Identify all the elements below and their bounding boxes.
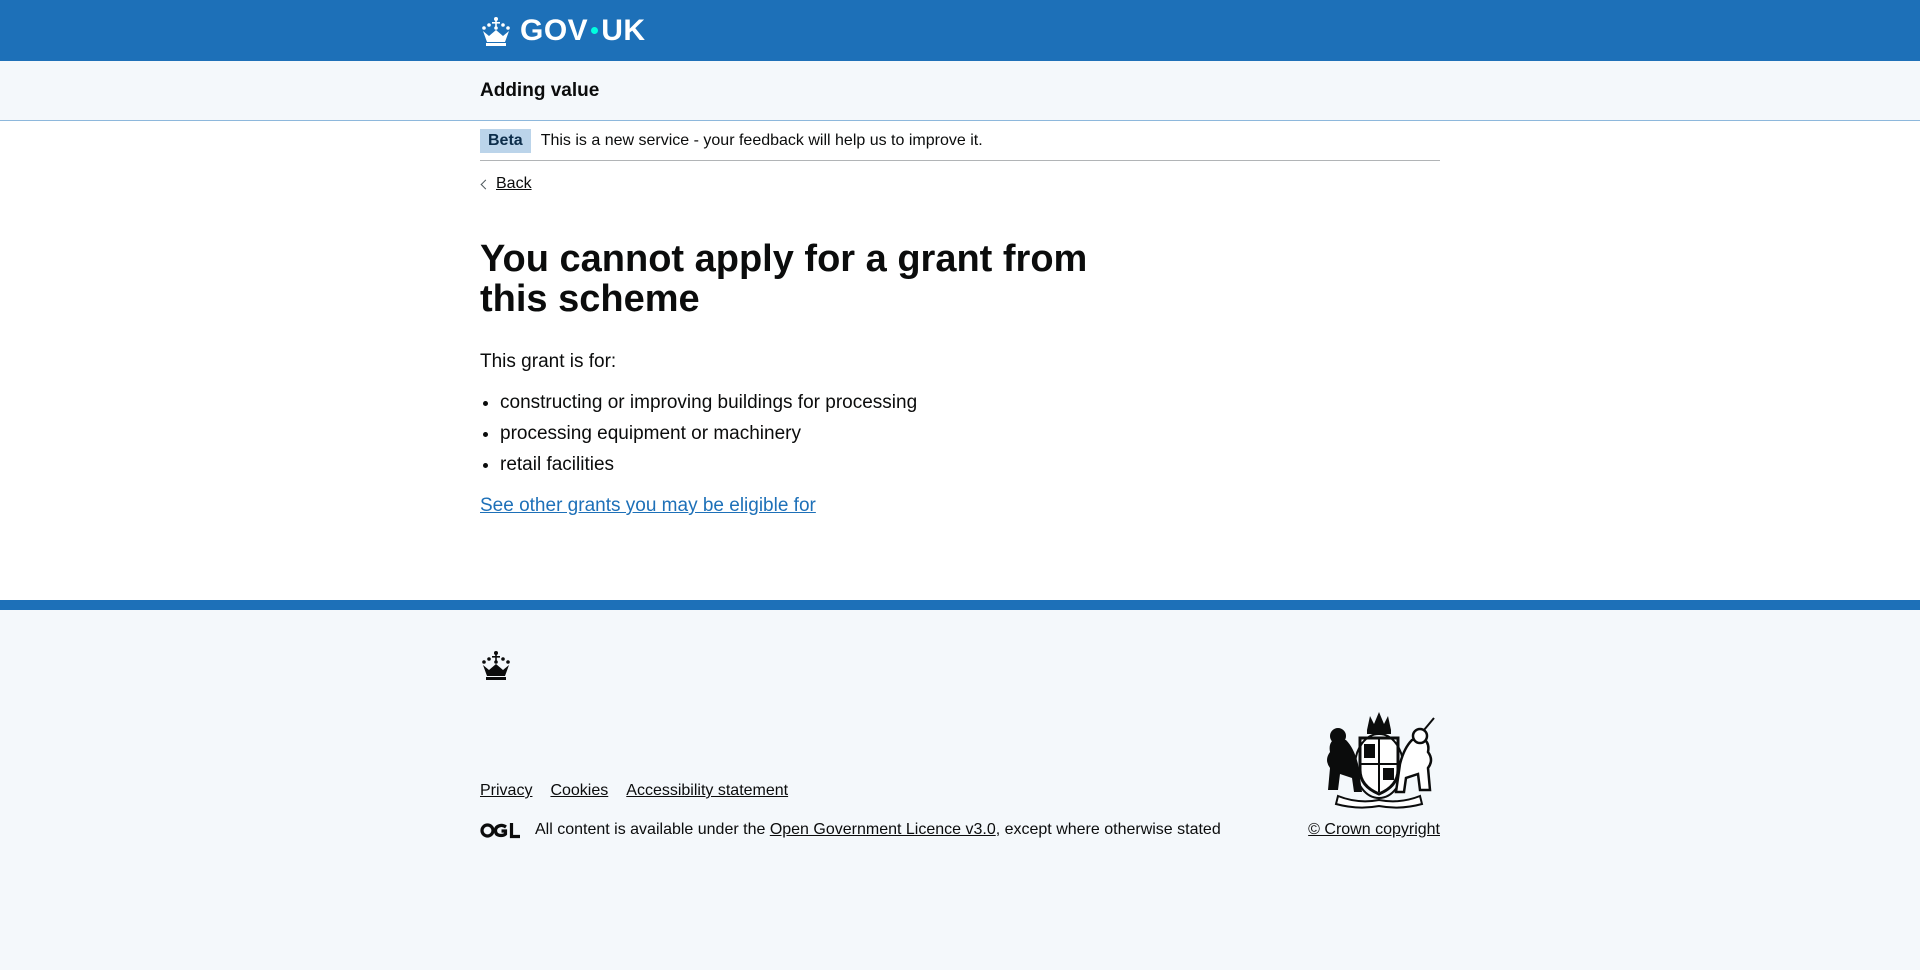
chevron-left-icon (480, 179, 491, 189)
main-container: Beta This is a new service - your feedba… (480, 121, 1440, 517)
beta-tag: Beta (480, 129, 531, 153)
logo-text-gov: GOV (520, 13, 589, 47)
footer: Privacy Cookies Accessibility statement … (0, 600, 1920, 970)
page: GOV UK Adding value Beta This is a new s… (0, 0, 1920, 970)
govuk-logo-text: GOV UK (520, 14, 646, 48)
crown-icon (482, 16, 510, 46)
other-grants-link[interactable]: See other grants you may be eligible for (480, 495, 816, 516)
govuk-header: GOV UK (0, 0, 1920, 61)
royal-coat-of-arms-icon (1327, 712, 1435, 809)
grant-purpose-list: constructing or improving buildings for … (480, 391, 1440, 477)
licence-prefix: All content is available under the (535, 821, 770, 838)
govuk-logo-link[interactable]: GOV UK (480, 14, 646, 48)
back-link-label: Back (496, 175, 532, 192)
header-container: GOV UK (480, 0, 1440, 61)
footer-links: Privacy Cookies Accessibility statement (480, 782, 788, 800)
page-title: You cannot apply for a grant from this s… (480, 238, 1088, 320)
footer-container: Privacy Cookies Accessibility statement … (480, 610, 1440, 970)
list-item: processing equipment or machinery (500, 422, 1440, 446)
service-navigation: Adding value (0, 61, 1920, 121)
logo-text-uk: UK (601, 13, 646, 47)
ogl-logo-icon (480, 822, 520, 838)
open-government-licence-link[interactable]: Open Government Licence v3.0 (770, 821, 996, 839)
crown-copyright-link[interactable]: © Crown copyright (1308, 821, 1440, 839)
licence-statement: All content is available under the Open … (480, 821, 1221, 839)
crown-icon (482, 651, 510, 680)
phase-banner: Beta This is a new service - your feedba… (480, 121, 1440, 161)
list-item: constructing or improving buildings for … (500, 391, 1440, 415)
footer-link-cookies[interactable]: Cookies (550, 782, 608, 800)
main-content: Beta This is a new service - your feedba… (0, 121, 1920, 600)
list-item: retail facilities (500, 453, 1440, 477)
grant-intro-text: This grant is for: (480, 351, 617, 372)
licence-suffix: , except where otherwise stated (995, 821, 1221, 838)
back-link[interactable]: Back (480, 175, 532, 193)
service-name-link[interactable]: Adding value (480, 80, 599, 102)
footer-link-accessibility[interactable]: Accessibility statement (626, 782, 788, 800)
footer-link-privacy[interactable]: Privacy (480, 782, 532, 800)
service-nav-container: Adding value (480, 61, 1440, 120)
phase-banner-text: This is a new service - your feedback wi… (540, 132, 983, 149)
logo-dot (591, 27, 599, 34)
